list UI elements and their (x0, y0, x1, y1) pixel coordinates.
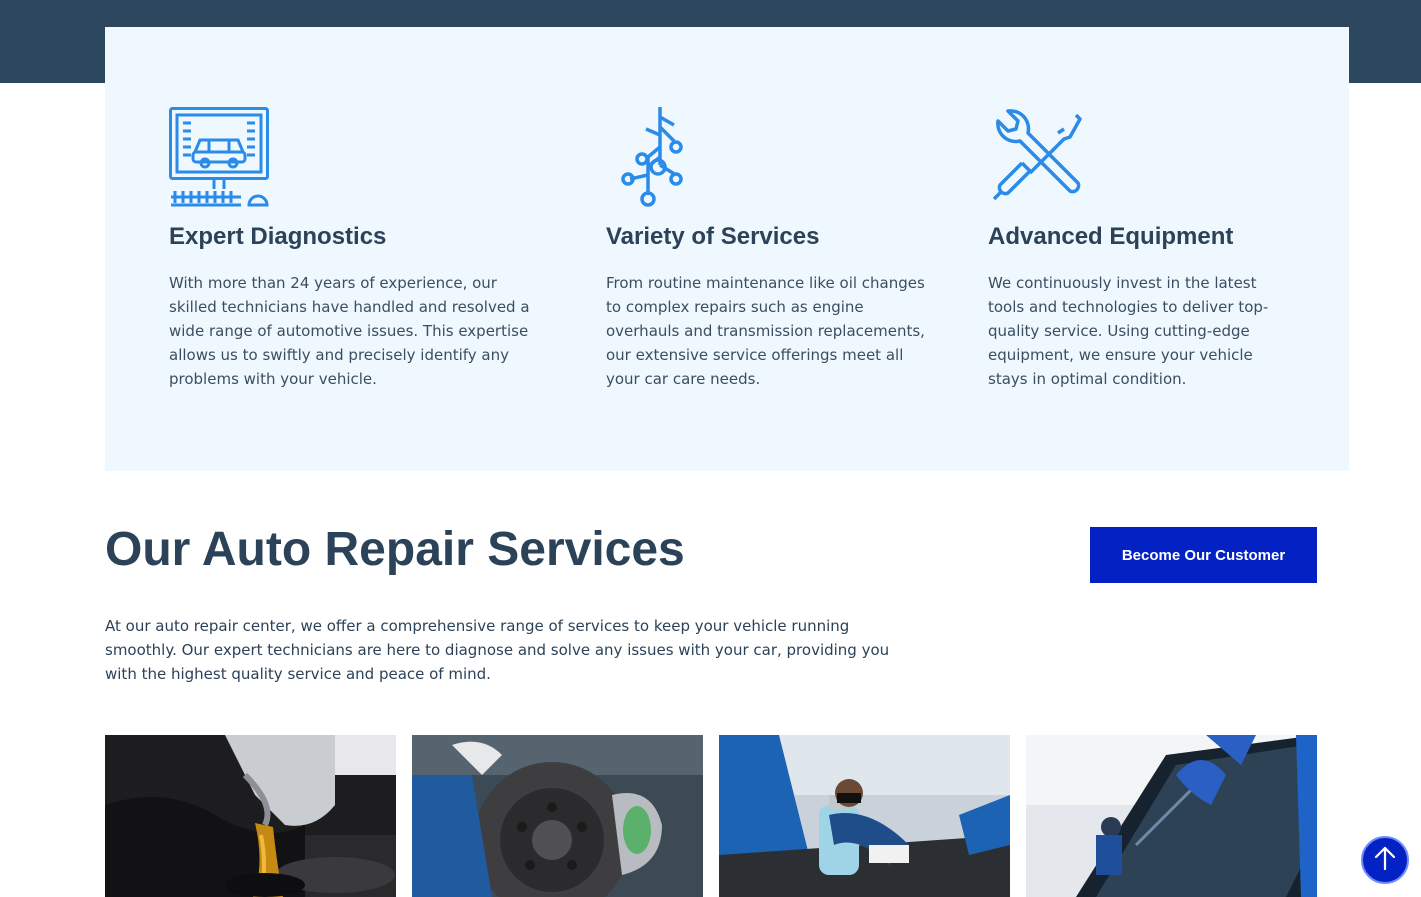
oil-change-photo[interactable] (105, 735, 396, 897)
back-to-top-button[interactable] (1361, 836, 1409, 884)
features-panel: Expert Diagnostics With more than 24 yea… (105, 27, 1349, 471)
computer-car-diagnostics-icon (169, 107, 269, 207)
wrench-screwdriver-icon (988, 107, 1088, 207)
services-title: Our Auto Repair Services (105, 523, 685, 576)
feature-title: Advanced Equipment (988, 223, 1234, 250)
ac-service-photo[interactable] (719, 735, 1010, 897)
circuit-branches-icon (620, 107, 690, 207)
windshield-photo[interactable] (1026, 735, 1317, 897)
feature-text: With more than 24 years of experience, o… (169, 274, 530, 388)
feature-title: Expert Diagnostics (169, 223, 387, 250)
become-customer-button[interactable]: Become Our Customer (1090, 527, 1317, 583)
feature-text: From routine maintenance like oil change… (606, 274, 925, 388)
feature-title: Variety of Services (606, 223, 820, 250)
services-intro: At our auto repair center, we offer a co… (105, 617, 890, 683)
feature-text: We continuously invest in the latest too… (988, 274, 1269, 388)
brake-disc-photo[interactable] (412, 735, 703, 897)
arrow-up-icon (1373, 845, 1397, 876)
